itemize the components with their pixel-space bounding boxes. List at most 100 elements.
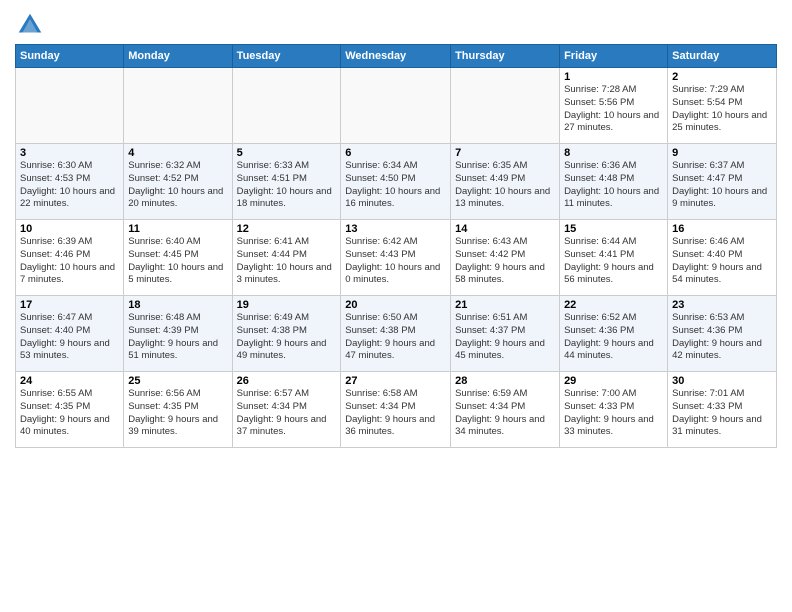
calendar-cell: 9Sunrise: 6:37 AM Sunset: 4:47 PM Daylig… — [668, 144, 777, 220]
day-info: Sunrise: 6:48 AM Sunset: 4:39 PM Dayligh… — [128, 312, 227, 363]
weekday-header: Sunday — [16, 45, 124, 68]
calendar-week-row: 10Sunrise: 6:39 AM Sunset: 4:46 PM Dayli… — [16, 220, 777, 296]
calendar-cell: 27Sunrise: 6:58 AM Sunset: 4:34 PM Dayli… — [341, 372, 451, 448]
day-info: Sunrise: 6:46 AM Sunset: 4:40 PM Dayligh… — [672, 236, 772, 287]
day-info: Sunrise: 7:01 AM Sunset: 4:33 PM Dayligh… — [672, 388, 772, 439]
calendar-cell: 29Sunrise: 7:00 AM Sunset: 4:33 PM Dayli… — [560, 372, 668, 448]
calendar-cell: 21Sunrise: 6:51 AM Sunset: 4:37 PM Dayli… — [451, 296, 560, 372]
day-info: Sunrise: 6:33 AM Sunset: 4:51 PM Dayligh… — [237, 160, 337, 211]
page: SundayMondayTuesdayWednesdayThursdayFrid… — [0, 0, 792, 458]
day-number: 28 — [455, 375, 555, 387]
day-number: 3 — [20, 147, 119, 159]
day-info: Sunrise: 6:42 AM Sunset: 4:43 PM Dayligh… — [345, 236, 446, 287]
day-info: Sunrise: 6:32 AM Sunset: 4:52 PM Dayligh… — [128, 160, 227, 211]
day-number: 16 — [672, 223, 772, 235]
day-info: Sunrise: 7:00 AM Sunset: 4:33 PM Dayligh… — [564, 388, 663, 439]
weekday-header: Saturday — [668, 45, 777, 68]
day-number: 15 — [564, 223, 663, 235]
day-number: 5 — [237, 147, 337, 159]
day-number: 4 — [128, 147, 227, 159]
day-info: Sunrise: 6:36 AM Sunset: 4:48 PM Dayligh… — [564, 160, 663, 211]
weekday-header: Monday — [124, 45, 232, 68]
calendar-cell — [124, 68, 232, 144]
calendar-week-row: 24Sunrise: 6:55 AM Sunset: 4:35 PM Dayli… — [16, 372, 777, 448]
header — [15, 10, 777, 40]
calendar-cell: 25Sunrise: 6:56 AM Sunset: 4:35 PM Dayli… — [124, 372, 232, 448]
day-number: 20 — [345, 299, 446, 311]
day-number: 25 — [128, 375, 227, 387]
calendar-cell — [451, 68, 560, 144]
calendar-week-row: 3Sunrise: 6:30 AM Sunset: 4:53 PM Daylig… — [16, 144, 777, 220]
day-info: Sunrise: 6:44 AM Sunset: 4:41 PM Dayligh… — [564, 236, 663, 287]
day-number: 22 — [564, 299, 663, 311]
calendar-table: SundayMondayTuesdayWednesdayThursdayFrid… — [15, 44, 777, 448]
day-info: Sunrise: 6:34 AM Sunset: 4:50 PM Dayligh… — [345, 160, 446, 211]
calendar-cell: 20Sunrise: 6:50 AM Sunset: 4:38 PM Dayli… — [341, 296, 451, 372]
weekday-header: Tuesday — [232, 45, 341, 68]
calendar-cell: 28Sunrise: 6:59 AM Sunset: 4:34 PM Dayli… — [451, 372, 560, 448]
calendar-cell: 16Sunrise: 6:46 AM Sunset: 4:40 PM Dayli… — [668, 220, 777, 296]
calendar-cell — [16, 68, 124, 144]
day-info: Sunrise: 6:35 AM Sunset: 4:49 PM Dayligh… — [455, 160, 555, 211]
day-number: 14 — [455, 223, 555, 235]
calendar-cell: 30Sunrise: 7:01 AM Sunset: 4:33 PM Dayli… — [668, 372, 777, 448]
day-info: Sunrise: 7:28 AM Sunset: 5:56 PM Dayligh… — [564, 84, 663, 135]
calendar-cell: 6Sunrise: 6:34 AM Sunset: 4:50 PM Daylig… — [341, 144, 451, 220]
day-number: 27 — [345, 375, 446, 387]
day-info: Sunrise: 6:59 AM Sunset: 4:34 PM Dayligh… — [455, 388, 555, 439]
day-number: 21 — [455, 299, 555, 311]
calendar-week-row: 17Sunrise: 6:47 AM Sunset: 4:40 PM Dayli… — [16, 296, 777, 372]
day-number: 17 — [20, 299, 119, 311]
day-number: 30 — [672, 375, 772, 387]
day-info: Sunrise: 6:52 AM Sunset: 4:36 PM Dayligh… — [564, 312, 663, 363]
calendar-week-row: 1Sunrise: 7:28 AM Sunset: 5:56 PM Daylig… — [16, 68, 777, 144]
calendar-cell: 26Sunrise: 6:57 AM Sunset: 4:34 PM Dayli… — [232, 372, 341, 448]
calendar-cell: 14Sunrise: 6:43 AM Sunset: 4:42 PM Dayli… — [451, 220, 560, 296]
day-info: Sunrise: 6:49 AM Sunset: 4:38 PM Dayligh… — [237, 312, 337, 363]
calendar-cell: 13Sunrise: 6:42 AM Sunset: 4:43 PM Dayli… — [341, 220, 451, 296]
day-info: Sunrise: 6:30 AM Sunset: 4:53 PM Dayligh… — [20, 160, 119, 211]
weekday-header: Friday — [560, 45, 668, 68]
day-number: 24 — [20, 375, 119, 387]
calendar-cell: 8Sunrise: 6:36 AM Sunset: 4:48 PM Daylig… — [560, 144, 668, 220]
calendar-cell: 2Sunrise: 7:29 AM Sunset: 5:54 PM Daylig… — [668, 68, 777, 144]
day-number: 8 — [564, 147, 663, 159]
day-info: Sunrise: 6:55 AM Sunset: 4:35 PM Dayligh… — [20, 388, 119, 439]
day-number: 7 — [455, 147, 555, 159]
calendar-cell: 5Sunrise: 6:33 AM Sunset: 4:51 PM Daylig… — [232, 144, 341, 220]
weekday-header: Wednesday — [341, 45, 451, 68]
weekday-header: Thursday — [451, 45, 560, 68]
day-info: Sunrise: 6:58 AM Sunset: 4:34 PM Dayligh… — [345, 388, 446, 439]
day-number: 11 — [128, 223, 227, 235]
calendar-cell: 24Sunrise: 6:55 AM Sunset: 4:35 PM Dayli… — [16, 372, 124, 448]
calendar-cell — [341, 68, 451, 144]
calendar-cell: 22Sunrise: 6:52 AM Sunset: 4:36 PM Dayli… — [560, 296, 668, 372]
logo-icon — [15, 10, 45, 40]
day-number: 10 — [20, 223, 119, 235]
calendar-cell: 7Sunrise: 6:35 AM Sunset: 4:49 PM Daylig… — [451, 144, 560, 220]
calendar-cell: 1Sunrise: 7:28 AM Sunset: 5:56 PM Daylig… — [560, 68, 668, 144]
day-number: 12 — [237, 223, 337, 235]
day-info: Sunrise: 6:53 AM Sunset: 4:36 PM Dayligh… — [672, 312, 772, 363]
calendar-cell: 18Sunrise: 6:48 AM Sunset: 4:39 PM Dayli… — [124, 296, 232, 372]
day-number: 2 — [672, 71, 772, 83]
day-info: Sunrise: 6:47 AM Sunset: 4:40 PM Dayligh… — [20, 312, 119, 363]
day-info: Sunrise: 6:39 AM Sunset: 4:46 PM Dayligh… — [20, 236, 119, 287]
day-info: Sunrise: 6:50 AM Sunset: 4:38 PM Dayligh… — [345, 312, 446, 363]
day-info: Sunrise: 6:41 AM Sunset: 4:44 PM Dayligh… — [237, 236, 337, 287]
calendar-cell: 3Sunrise: 6:30 AM Sunset: 4:53 PM Daylig… — [16, 144, 124, 220]
day-number: 9 — [672, 147, 772, 159]
calendar-cell: 10Sunrise: 6:39 AM Sunset: 4:46 PM Dayli… — [16, 220, 124, 296]
day-info: Sunrise: 6:37 AM Sunset: 4:47 PM Dayligh… — [672, 160, 772, 211]
calendar-cell — [232, 68, 341, 144]
calendar-cell: 12Sunrise: 6:41 AM Sunset: 4:44 PM Dayli… — [232, 220, 341, 296]
day-info: Sunrise: 6:51 AM Sunset: 4:37 PM Dayligh… — [455, 312, 555, 363]
day-info: Sunrise: 6:40 AM Sunset: 4:45 PM Dayligh… — [128, 236, 227, 287]
calendar-cell: 11Sunrise: 6:40 AM Sunset: 4:45 PM Dayli… — [124, 220, 232, 296]
calendar-cell: 17Sunrise: 6:47 AM Sunset: 4:40 PM Dayli… — [16, 296, 124, 372]
calendar-cell: 23Sunrise: 6:53 AM Sunset: 4:36 PM Dayli… — [668, 296, 777, 372]
calendar-cell: 19Sunrise: 6:49 AM Sunset: 4:38 PM Dayli… — [232, 296, 341, 372]
day-info: Sunrise: 7:29 AM Sunset: 5:54 PM Dayligh… — [672, 84, 772, 135]
day-number: 19 — [237, 299, 337, 311]
day-info: Sunrise: 6:56 AM Sunset: 4:35 PM Dayligh… — [128, 388, 227, 439]
